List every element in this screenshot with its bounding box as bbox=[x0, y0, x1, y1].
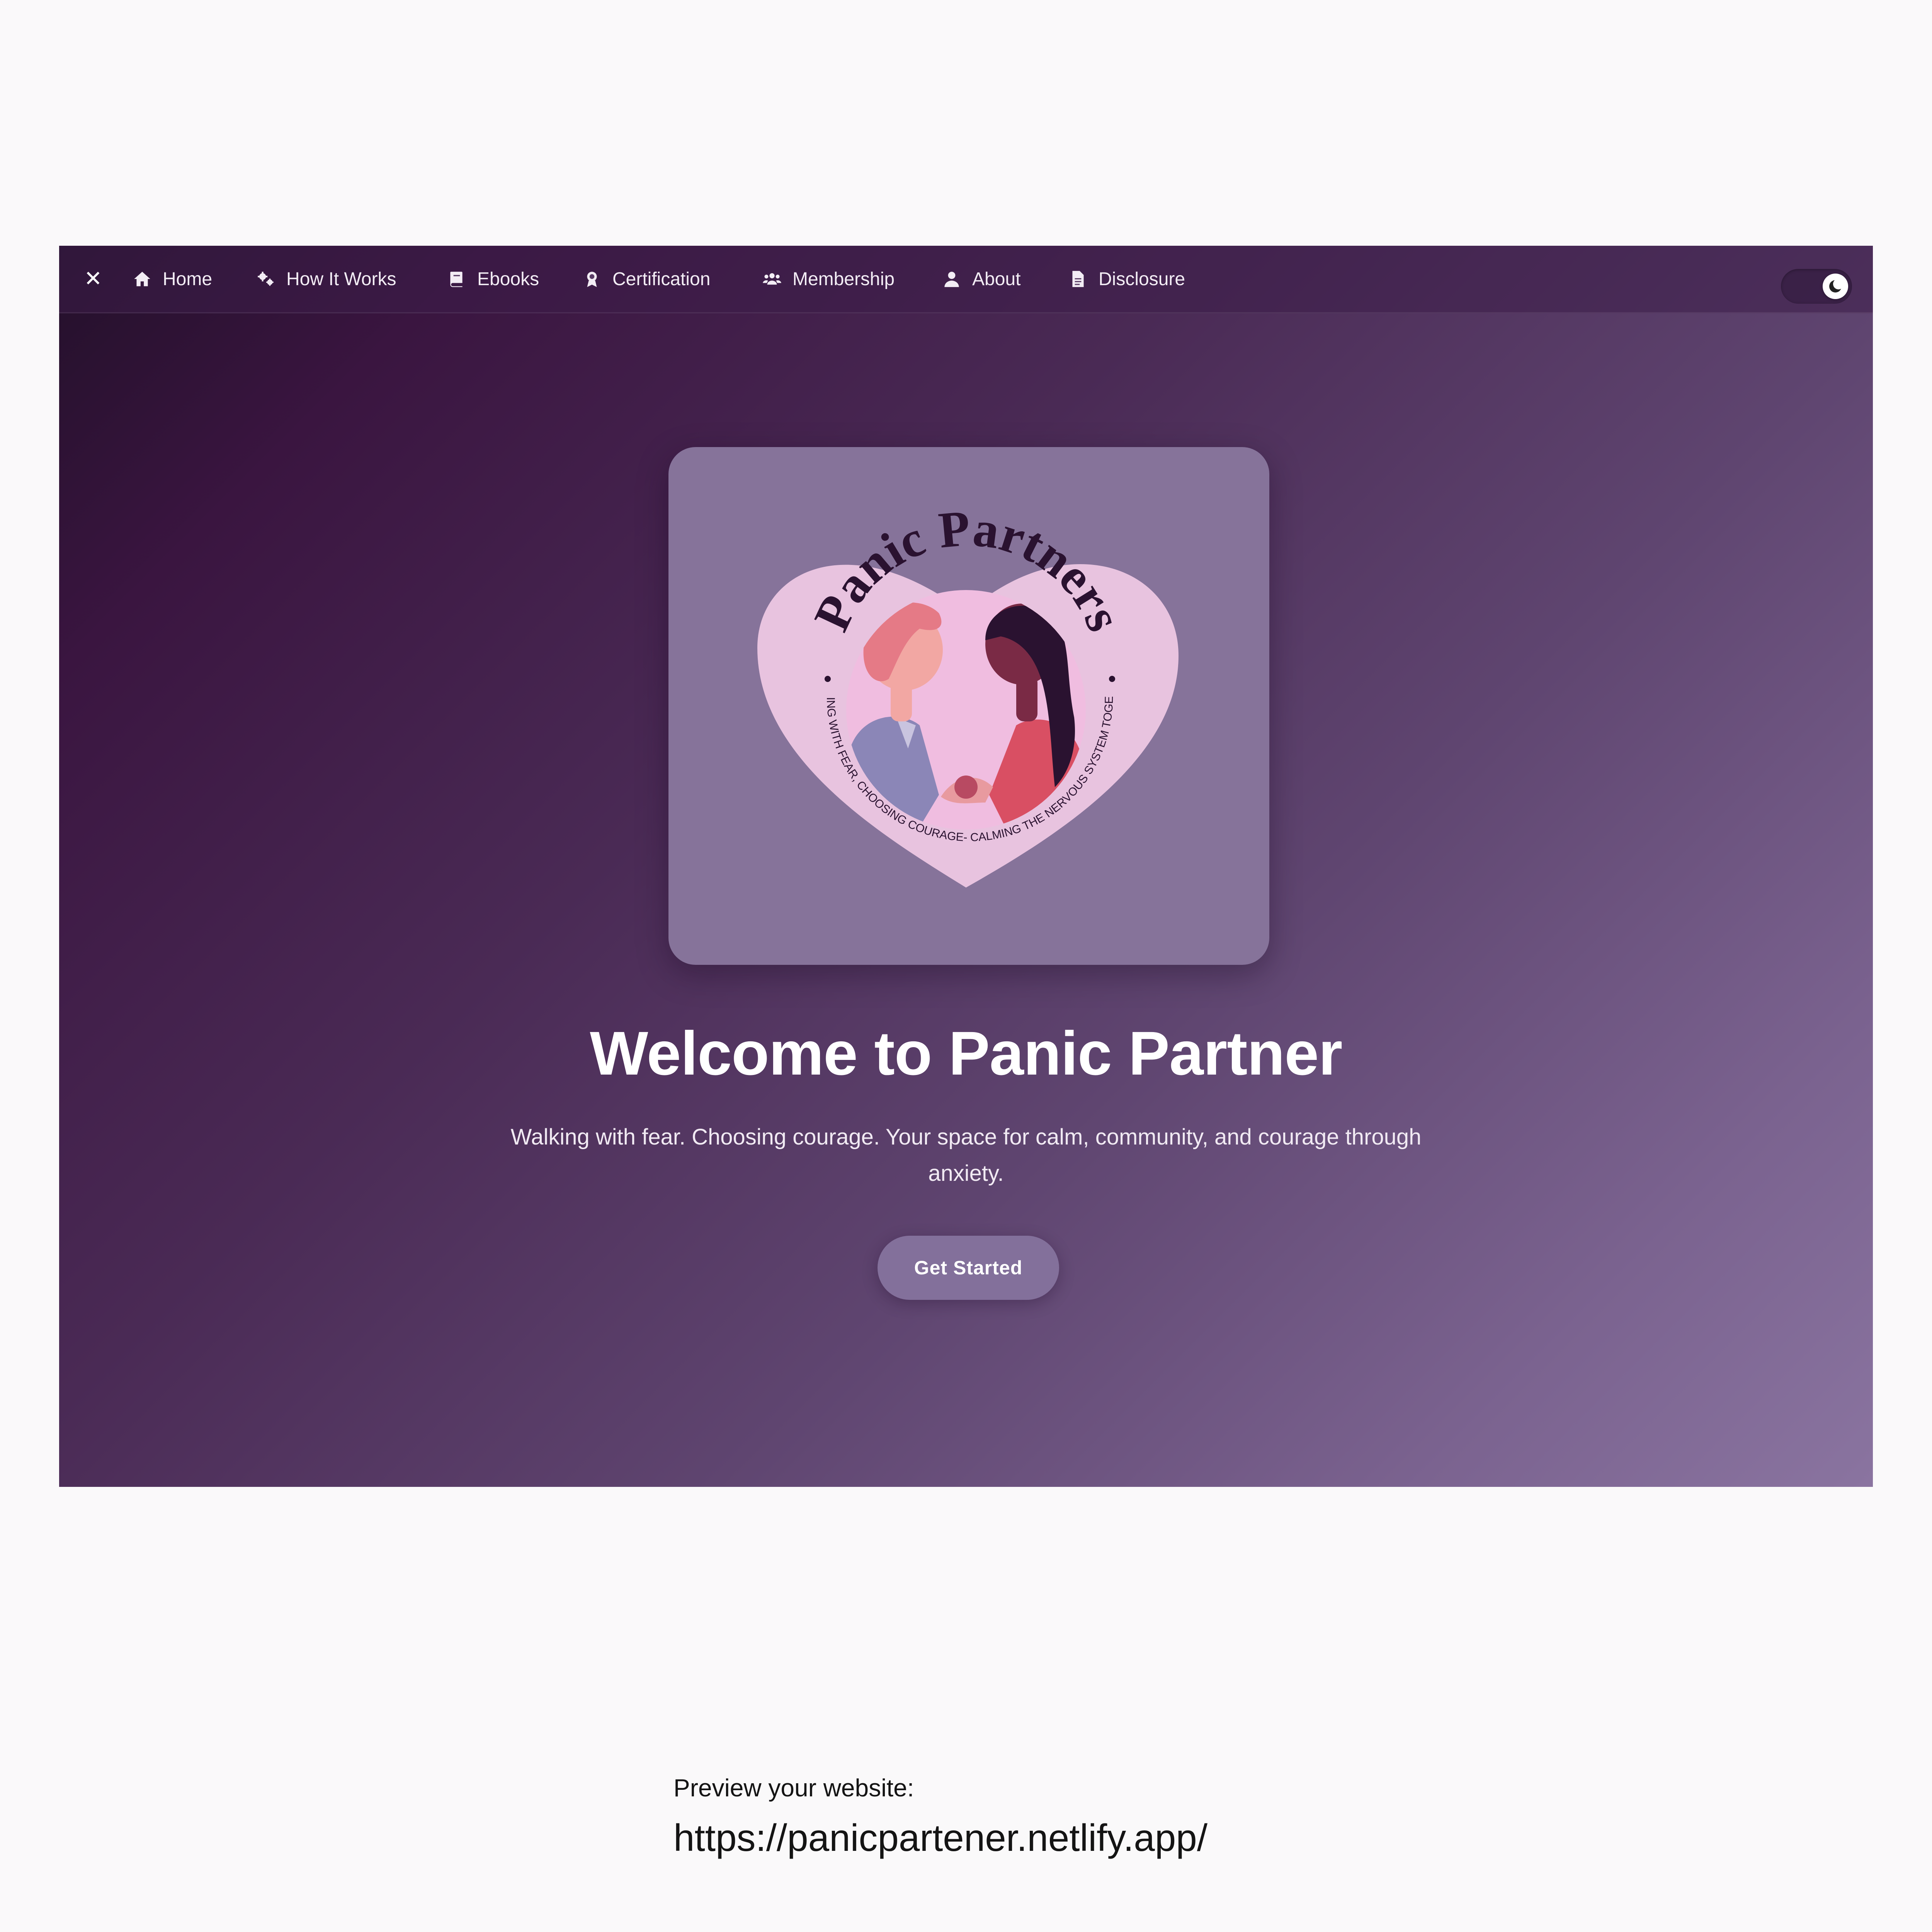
preview-label: Preview your website: bbox=[673, 1774, 914, 1802]
nav-item-disclosure[interactable]: Disclosure bbox=[1068, 266, 1185, 292]
nav-item-label: Membership bbox=[793, 269, 895, 289]
hero-subtitle: Walking with fear. Choosing courage. You… bbox=[510, 1124, 1422, 1186]
panic-partners-logo: Panic Partners WALKING WITH FEAR, CHOOSI… bbox=[668, 447, 1179, 888]
nav-item-about[interactable]: About bbox=[942, 266, 1020, 292]
hero-title: Welcome to Panic Partner bbox=[590, 1019, 1342, 1088]
website-screenshot: ✕ Home How It Works Ebooks Certification… bbox=[59, 246, 1873, 1487]
nav-item-how-it-works[interactable]: How It Works bbox=[256, 266, 396, 292]
theme-toggle[interactable] bbox=[1781, 269, 1852, 304]
nav-item-label: Ebooks bbox=[477, 269, 539, 289]
preview-url[interactable]: https://panicpartener.netlify.app/ bbox=[673, 1816, 1208, 1860]
book-icon bbox=[450, 272, 463, 287]
award-icon bbox=[587, 272, 597, 287]
nav-item-certification[interactable]: Certification bbox=[582, 266, 710, 292]
logo-card: Panic Partners WALKING WITH FEAR, CHOOSI… bbox=[668, 447, 1269, 965]
nav-item-label: Disclosure bbox=[1099, 269, 1185, 289]
nav-item-label: How It Works bbox=[286, 269, 396, 289]
nav-item-home[interactable]: Home bbox=[133, 266, 212, 292]
moon-icon bbox=[1829, 279, 1844, 293]
nav-item-label: Home bbox=[163, 269, 213, 289]
toggle-knob bbox=[1823, 274, 1848, 299]
document-icon bbox=[1072, 271, 1084, 287]
users-icon bbox=[763, 273, 781, 285]
nav-item-label: About bbox=[972, 269, 1021, 289]
top-navigation-bar: ✕ Home How It Works Ebooks Certification… bbox=[59, 246, 1873, 313]
cogs-icon bbox=[258, 272, 274, 286]
nav-item-ebooks[interactable]: Ebooks bbox=[447, 266, 539, 292]
user-icon bbox=[944, 272, 959, 287]
nav-item-label: Certification bbox=[612, 269, 711, 289]
get-started-button[interactable]: Get Started bbox=[878, 1236, 1059, 1300]
close-icon[interactable]: ✕ bbox=[82, 267, 105, 291]
home-icon bbox=[134, 272, 150, 286]
nav-item-membership[interactable]: Membership bbox=[762, 266, 895, 292]
